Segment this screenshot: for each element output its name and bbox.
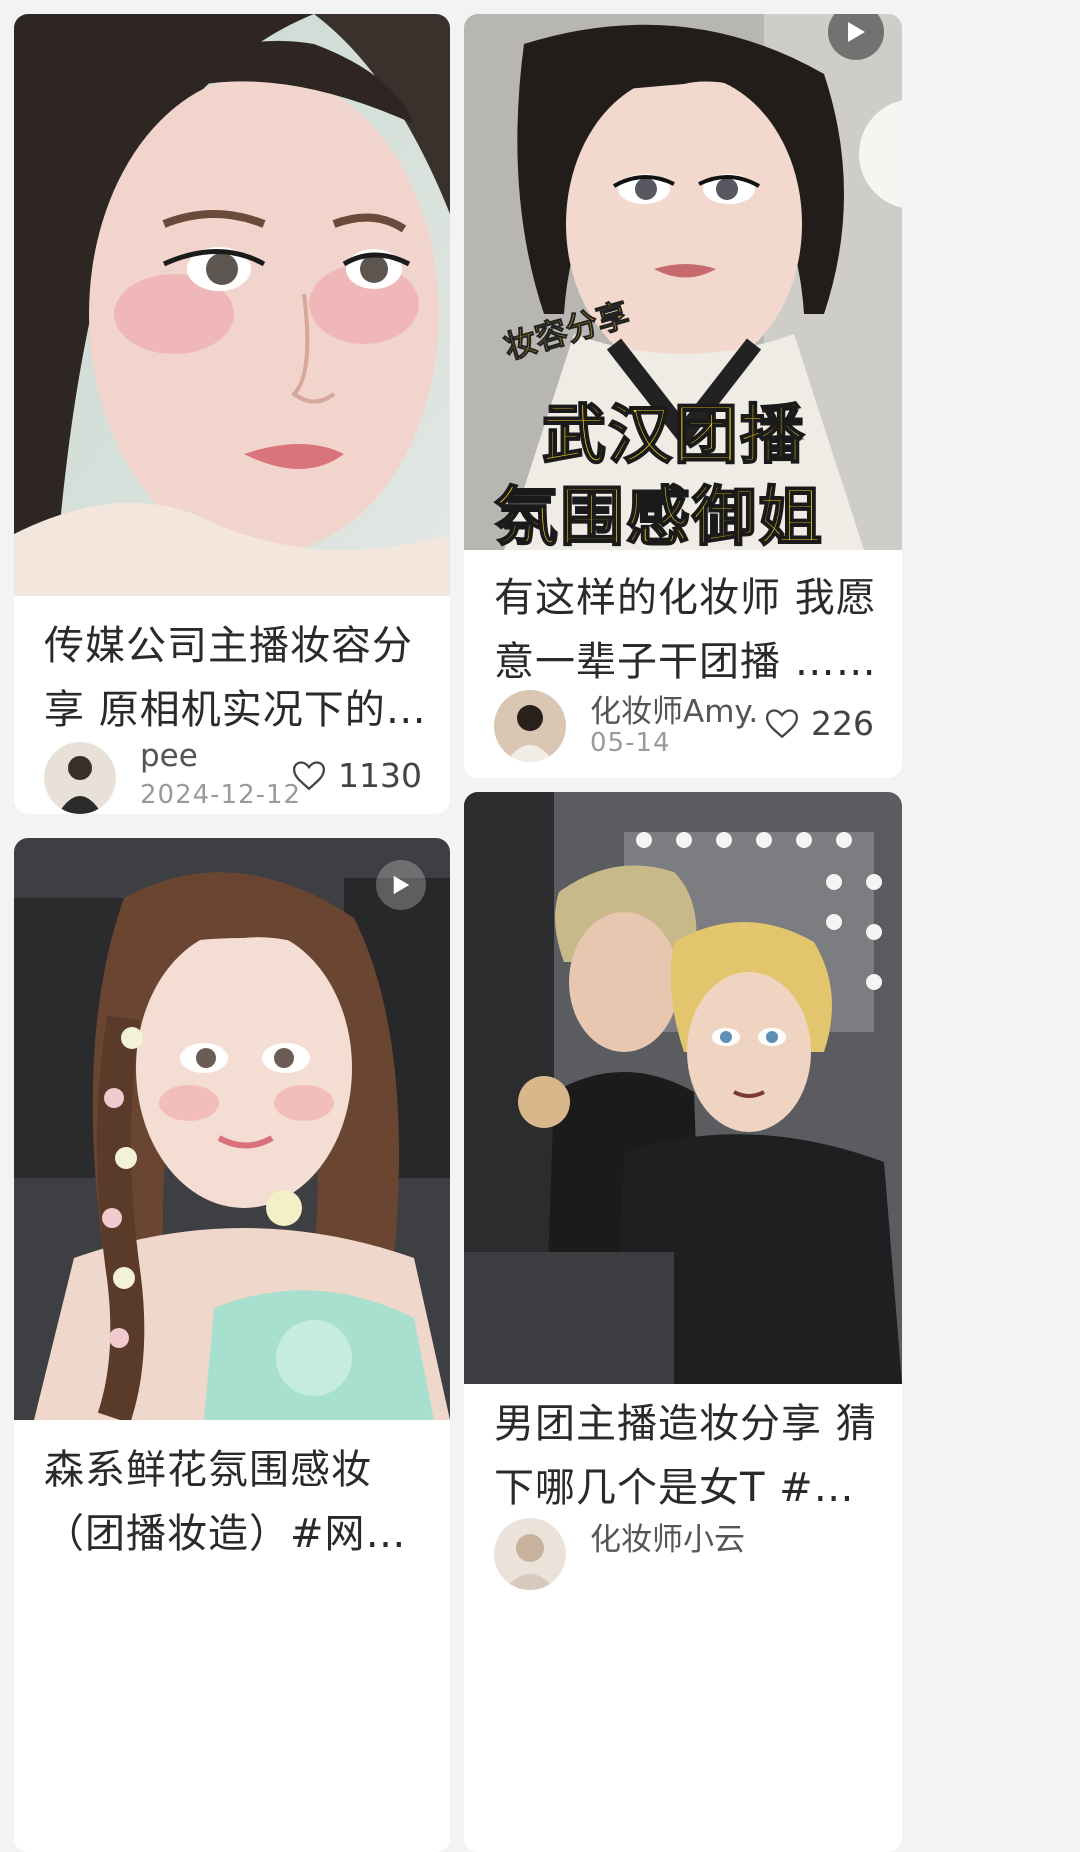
- like-button[interactable]: 1130: [292, 756, 422, 795]
- card-title[interactable]: 有这样的化妆师 我愿意一辈子干团播 ……: [494, 566, 880, 694]
- like-button[interactable]: 226: [765, 704, 874, 743]
- card-meta: pee 2024-12-12 1130: [44, 738, 422, 814]
- like-count: 1130: [338, 756, 422, 795]
- feed-card[interactable]: 传媒公司主播妆容分享 原相机实况下的妆面… pee 2024-12-12 113…: [14, 14, 450, 814]
- like-count: 226: [811, 704, 874, 743]
- feed-card[interactable]: 妆容分享 武汉团播 氛围感御姐 有这样的化妆师 我愿意一辈子干团播 …… 化妆师…: [464, 14, 902, 778]
- card-title[interactable]: 传媒公司主播妆容分享 原相机实况下的妆面…: [44, 614, 428, 742]
- post-date: 05-14: [590, 728, 671, 758]
- play-icon: [848, 22, 865, 42]
- card-image[interactable]: [14, 14, 450, 596]
- video-badge: [376, 860, 426, 910]
- overlay-line-1: 武汉团播: [541, 398, 806, 474]
- avatar[interactable]: [44, 742, 116, 814]
- overlay-line-2: 氛围感御姐: [493, 480, 824, 550]
- avatar[interactable]: [494, 690, 566, 762]
- author-name[interactable]: 化妆师小云: [590, 1514, 745, 1559]
- feed-card[interactable]: 森系鲜花氛围感妆（团播妆造）#网感妆容 …: [14, 838, 450, 1852]
- feed-card[interactable]: 男团主播造妆分享 猜下哪几个是女T #团… 化妆师小云: [464, 792, 902, 1852]
- author-name[interactable]: 化妆师Amy.: [590, 686, 758, 731]
- card-image[interactable]: [464, 792, 902, 1384]
- heart-icon: [765, 708, 799, 738]
- heart-icon: [293, 760, 326, 790]
- card-title[interactable]: 森系鲜花氛围感妆（团播妆造）#网感妆容 …: [44, 1438, 428, 1566]
- card-meta: 化妆师Amy. 05-14 226: [494, 686, 874, 766]
- card-meta: 化妆师小云: [494, 1514, 874, 1594]
- card-title[interactable]: 男团主播造妆分享 猜下哪几个是女T #团…: [494, 1392, 880, 1520]
- card-image[interactable]: 妆容分享 武汉团播 氛围感御姐: [464, 14, 902, 550]
- post-date: 2024-12-12: [140, 780, 302, 810]
- author-name[interactable]: pee: [140, 738, 198, 774]
- play-icon: [393, 875, 410, 895]
- card-image[interactable]: [14, 838, 450, 1420]
- avatar[interactable]: [494, 1518, 566, 1590]
